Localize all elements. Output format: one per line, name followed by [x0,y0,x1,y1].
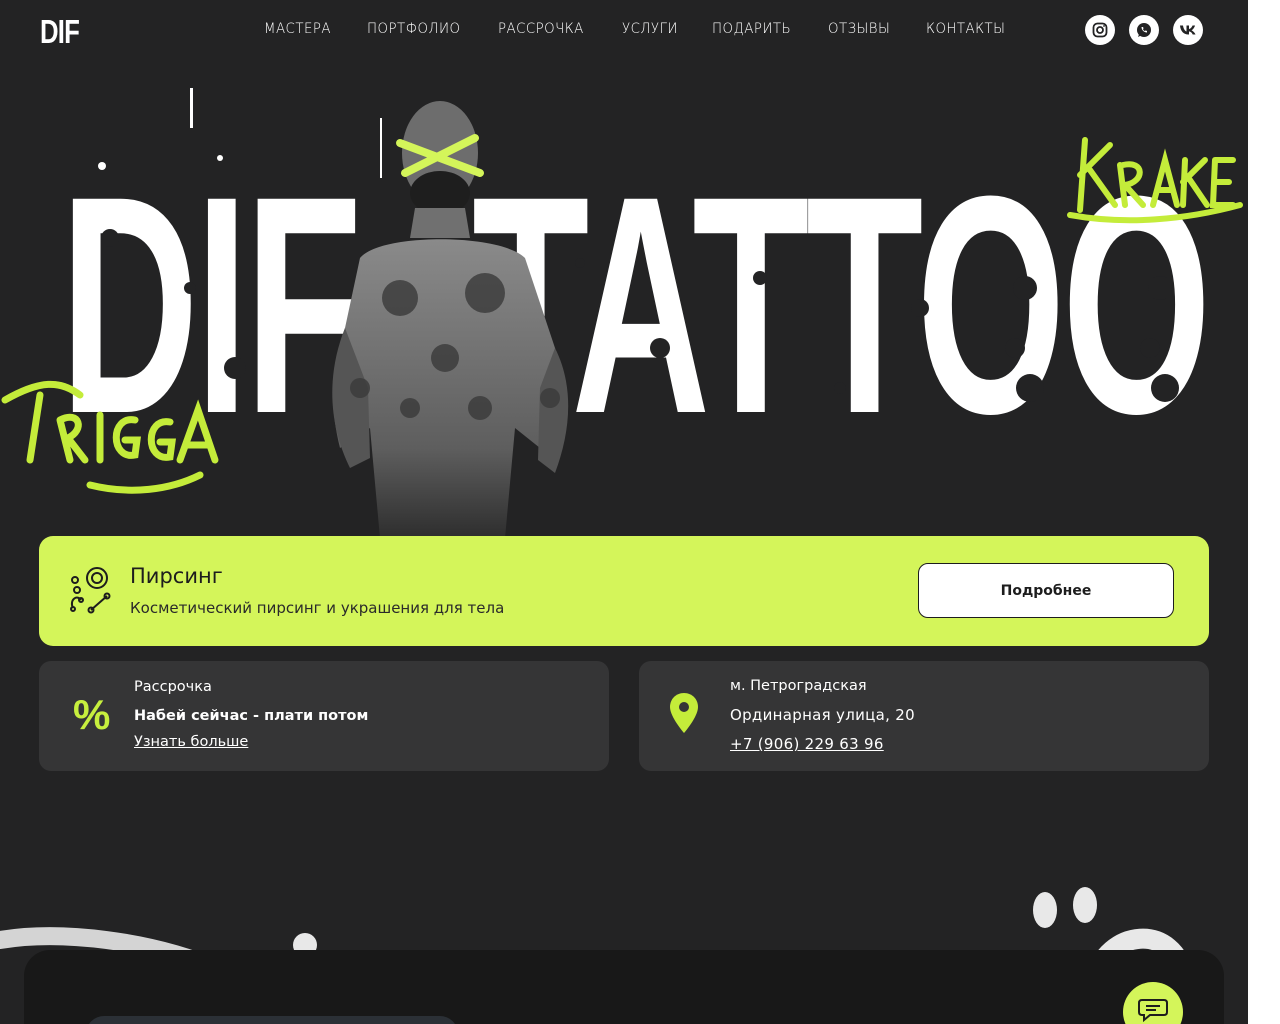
piercing-details-button[interactable]: Подробнее [918,563,1174,618]
graffiti-tag-right [1067,137,1243,224]
installment-learn-more-link[interactable]: Узнать больше [134,734,248,750]
location-card: м. Петроградская Ординарная улица, 20 +7… [639,661,1209,771]
whatsapp-icon[interactable] [1129,15,1159,45]
installment-headline: Набей сейчас - плати потом [134,708,369,724]
nav-item-portfolio[interactable]: ПОРТФОЛИО [367,21,460,37]
section-image [86,1016,458,1024]
address: Ординарная улица, 20 [730,706,915,724]
installment-card: % Рассрочка Набей сейчас - плати потом У… [39,661,609,771]
nav-item-services[interactable]: УСЛУГИ [622,21,678,37]
hero-model-image [332,101,569,538]
piercing-jewelry-icon [67,566,113,618]
nav-item-gift[interactable]: ПОДАРИТЬ [712,21,791,37]
piercing-banner: Пирсинг Косметический пирсинг и украшени… [39,536,1209,646]
main-nav: МАСТЕРА ПОРТФОЛИО РАССРОЧКА УСЛУГИ ПОДАР… [264,21,1012,37]
nav-item-masters[interactable]: МАСТЕРА [264,21,331,37]
logo[interactable]: DIF [40,13,80,51]
graffiti-tag-left [1,380,219,494]
banner-subtitle: Косметический пирсинг и украшения для те… [130,599,505,617]
instagram-icon[interactable] [1085,15,1115,45]
nav-item-reviews[interactable]: ОТЗЫВЫ [828,21,890,37]
percent-icon: % [73,691,111,738]
banner-title: Пирсинг [130,564,223,588]
page: DIF МАСТЕРА ПОРТФОЛИО РАССРОЧКА УСЛУГИ П… [0,0,1248,1024]
chat-bubble-icon [1138,999,1168,1022]
map-pin-icon [670,693,698,737]
masters-section [24,950,1224,1024]
installment-label: Рассрочка [134,679,212,695]
metro-station: м. Петроградская [730,678,867,694]
vk-icon[interactable] [1173,15,1203,45]
social-links [1085,15,1203,45]
scrollbar[interactable] [1248,0,1280,1024]
nav-item-contacts[interactable]: КОНТАКТЫ [926,21,1005,37]
phone-link[interactable]: +7 (906) 229 63 96 [730,735,884,753]
nav-item-installment[interactable]: РАССРОЧКА [498,21,584,37]
